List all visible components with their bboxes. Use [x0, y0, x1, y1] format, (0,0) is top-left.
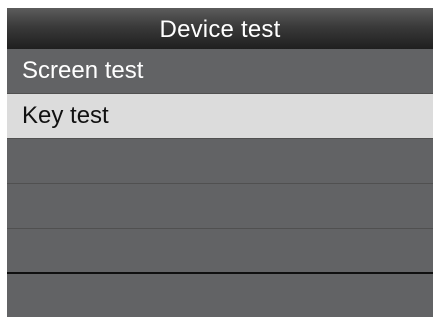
menu-item-empty-3[interactable] — [7, 139, 433, 184]
page-title: Device test — [159, 16, 281, 43]
menu-item-empty-6[interactable] — [7, 274, 433, 317]
title-bar: Device test — [7, 8, 433, 49]
menu-item-empty-4[interactable] — [7, 184, 433, 229]
menu-item-label: Key test — [22, 102, 109, 129]
menu-item-label: Screen test — [22, 57, 144, 84]
menu-item-key-test[interactable]: Key test — [7, 94, 433, 139]
device-screen: Device test Screen test Key test — [7, 8, 433, 317]
menu-item-screen-test[interactable]: Screen test — [7, 49, 433, 94]
menu-item-empty-5[interactable] — [7, 229, 433, 274]
